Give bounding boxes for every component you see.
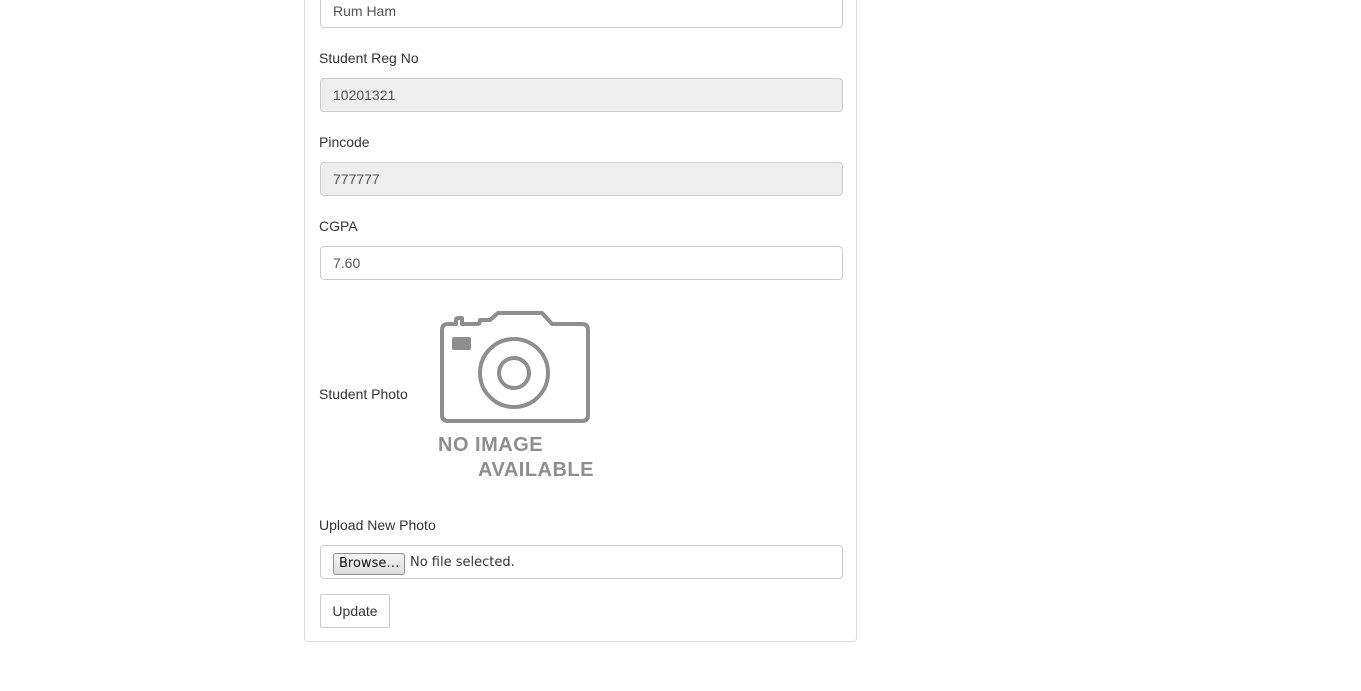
- no-image-text-line1: NO IMAGE: [438, 434, 544, 456]
- no-image-placeholder: NO IMAGE AVAILABLE: [432, 306, 602, 486]
- file-status-text: No file selected.: [410, 555, 515, 570]
- cgpa-label: CGPA: [319, 218, 358, 234]
- camera-icon: [440, 311, 590, 423]
- upload-photo-label: Upload New Photo: [319, 517, 436, 533]
- update-button[interactable]: Update: [320, 594, 390, 628]
- browse-button[interactable]: Browse…: [333, 553, 406, 575]
- no-image-text-line2: AVAILABLE: [478, 459, 594, 481]
- reg-no-input[interactable]: [320, 78, 843, 112]
- reg-no-label: Student Reg No: [319, 50, 419, 66]
- cgpa-input[interactable]: [320, 246, 843, 280]
- pincode-label: Pincode: [319, 134, 370, 150]
- student-name-input[interactable]: [320, 0, 843, 28]
- pincode-input[interactable]: [320, 162, 843, 196]
- student-photo-label: Student Photo: [319, 386, 408, 402]
- file-upload-input[interactable]: Browse… No file selected.: [320, 545, 843, 579]
